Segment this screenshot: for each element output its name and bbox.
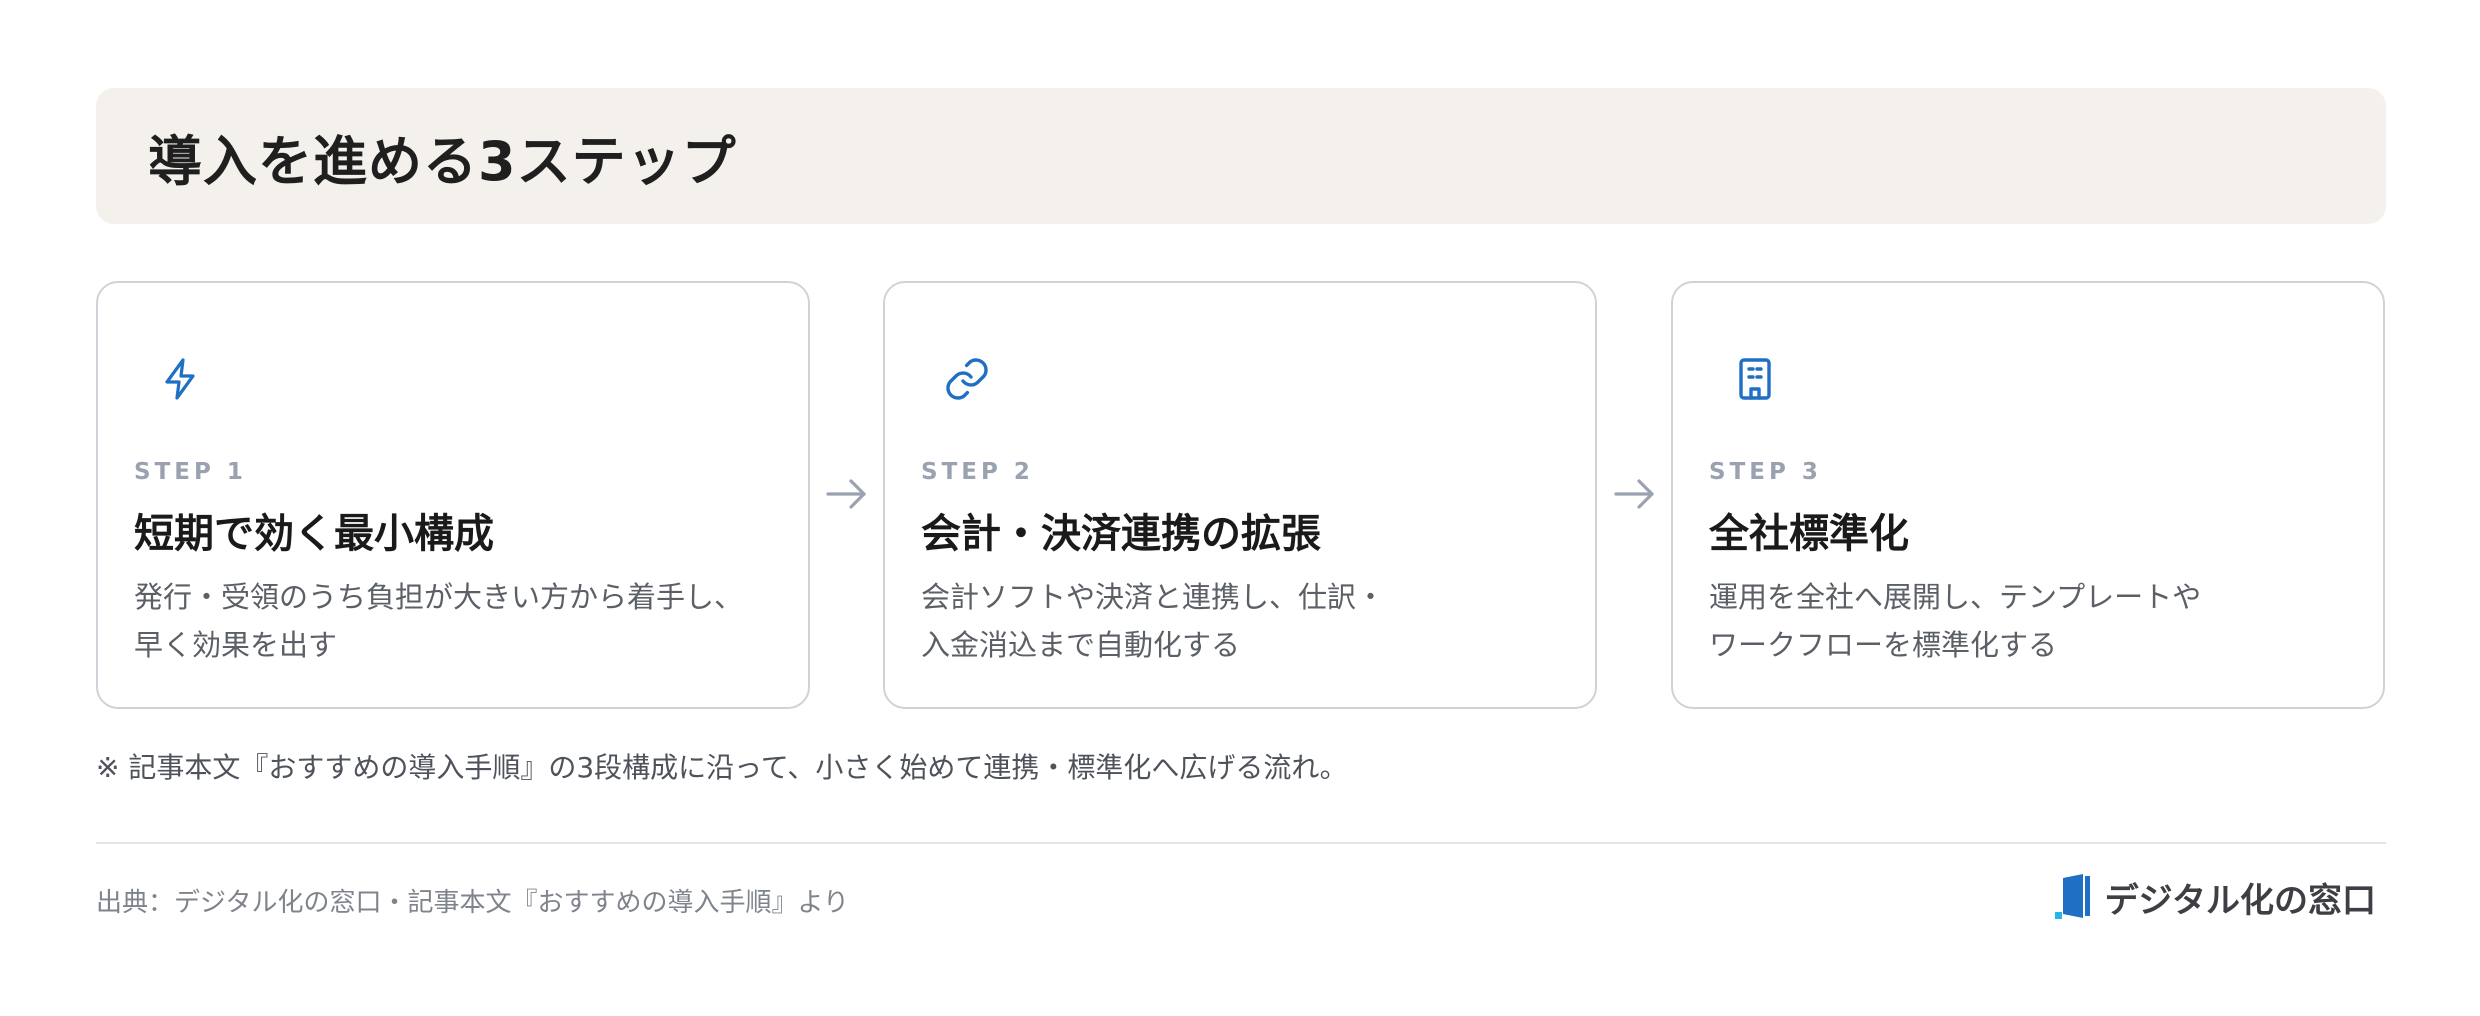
- arrow-right-icon: [824, 474, 870, 514]
- lightning-bolt-icon: [156, 355, 204, 403]
- step-label: STEP 1: [134, 459, 247, 485]
- arrow-right-icon: [1612, 474, 1658, 514]
- title-banner: 導入を進める3ステップ: [96, 88, 2386, 224]
- footnote: ※ 記事本文『おすすめの導入手順』の3段構成に沿って、小さく始めて連携・標準化へ…: [96, 751, 1348, 784]
- step-card-3: STEP 3 全社標準化 運用を全社へ展開し、テンプレートや ワークフローを標準…: [1671, 281, 2385, 709]
- step-description-line: 運用を全社へ展開し、テンプレートや: [1709, 580, 2202, 614]
- step-title: 全社標準化: [1709, 511, 1909, 557]
- step-description: 発行・受領のうち負担が大きい方から着手し、 早く効果を出す: [134, 573, 774, 669]
- brand-name: デジタル化の窓口: [2104, 880, 2376, 921]
- step-description-line: 早く効果を出す: [134, 628, 338, 662]
- step-card-1: STEP 1 短期で効く最小構成 発行・受領のうち負担が大きい方から着手し、 早…: [96, 281, 810, 709]
- divider: [96, 842, 2386, 844]
- step-title: 短期で効く最小構成: [134, 511, 494, 557]
- step-label: STEP 2: [921, 459, 1034, 485]
- step-title: 会計・決済連携の拡張: [921, 511, 1321, 557]
- step-card-2: STEP 2 会計・決済連携の拡張 会計ソフトや決済と連携し、仕訳・ 入金消込ま…: [883, 281, 1597, 709]
- step-description: 会計ソフトや決済と連携し、仕訳・ 入金消込まで自動化する: [921, 573, 1561, 669]
- brand-logo: デジタル化の窓口: [2051, 872, 2376, 922]
- page-title: 導入を進める3ステップ: [148, 129, 737, 193]
- step-description-line: ワークフローを標準化する: [1709, 628, 2058, 662]
- step-description-line: 発行・受領のうち負担が大きい方から着手し、: [134, 580, 744, 614]
- step-label: STEP 3: [1709, 459, 1822, 485]
- step-description-line: 会計ソフトや決済と連携し、仕訳・: [921, 580, 1386, 614]
- link-icon: [943, 355, 991, 403]
- building-icon: [1731, 355, 1779, 403]
- source-credit: 出典：デジタル化の窓口・記事本文『おすすめの導入手順』より: [96, 888, 849, 918]
- step-description: 運用を全社へ展開し、テンプレートや ワークフローを標準化する: [1709, 573, 2349, 669]
- window-logo-icon: [2054, 874, 2090, 919]
- step-description-line: 入金消込まで自動化する: [921, 628, 1241, 662]
